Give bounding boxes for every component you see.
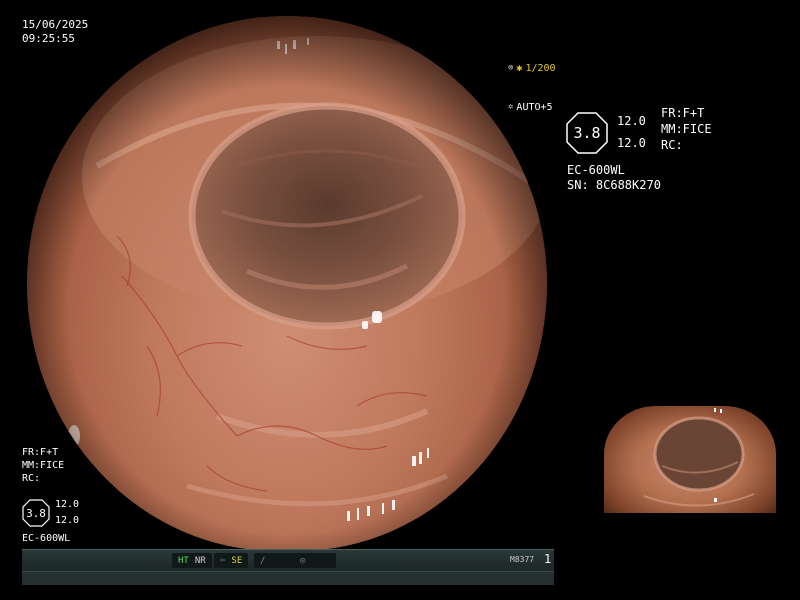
exposure-info: ⊗ ✱ 1/200 ✲ AUTO+5 (508, 63, 556, 113)
scope-serial: SN: 8C688K270 (567, 178, 661, 192)
status-segment-se[interactable]: ✂ SE (214, 553, 249, 568)
scope-model: EC-600WL (567, 163, 625, 177)
device-code: M8377 (510, 555, 535, 564)
mm-setting: MM:FICE (661, 122, 712, 136)
ht-indicator: HT (178, 555, 189, 566)
aperture-icon: ◎ (300, 555, 306, 566)
left-fr-setting: FR:F+T (22, 447, 59, 458)
page-number: 1 (544, 552, 552, 566)
shutter-icon: ⊗ (508, 63, 514, 73)
status-bar-lower (22, 571, 554, 585)
status-segment-aperture[interactable]: ◎ (294, 553, 336, 568)
date-text: 15/06/2025 (22, 18, 89, 31)
zoom-hexagon: 3.8 (566, 112, 608, 154)
left-value-a: 12.0 (55, 499, 80, 510)
left-mm-setting: MM:FICE (22, 460, 65, 471)
mucosa-image (27, 16, 547, 551)
right-value-b: 12.0 (617, 136, 646, 150)
date-time: 15/06/2025 09:25:55 (22, 18, 88, 46)
status-segment-pen[interactable]: ∕ (254, 553, 296, 568)
left-value-b: 12.0 (55, 515, 80, 526)
fr-setting: FR:F+T (661, 106, 705, 120)
thumbnail-image (643, 408, 755, 507)
rc-setting: RC: (661, 138, 683, 152)
iris-icon: ✲ (508, 102, 514, 112)
left-zoom-value: 3.8 (26, 506, 46, 520)
exposure-mode: AUTO+5 (516, 102, 553, 113)
right-settings: FR:F+T MM:FICE RC: (661, 105, 712, 153)
left-scope-model: EC-600WL (22, 533, 71, 544)
thumbnail-view[interactable] (604, 406, 776, 513)
endoscopic-view (27, 16, 547, 551)
left-zoom-hexagon: 3.8 (22, 499, 50, 527)
left-rc-setting: RC: (22, 473, 41, 484)
left-settings: FR:F+T MM:FICE RC: (22, 446, 64, 485)
pen-icon: ∕ (260, 555, 266, 566)
scope-info: EC-600WL SN: 8C688K270 (567, 163, 661, 193)
nr-indicator: NR (194, 555, 206, 566)
right-value-a: 12.0 (617, 114, 646, 128)
scissor-icon: ✂ (220, 555, 226, 566)
zoom-value: 3.8 (573, 124, 601, 142)
status-segment-ht-nr[interactable]: HT NR (172, 553, 212, 568)
status-bar: HT NR ✂ SE ∕ ◎ M8377 1 (22, 549, 554, 572)
time-text: 09:25:55 (22, 32, 75, 45)
shutter-speed: 1/200 (525, 63, 556, 74)
se-indicator: SE (231, 555, 243, 566)
